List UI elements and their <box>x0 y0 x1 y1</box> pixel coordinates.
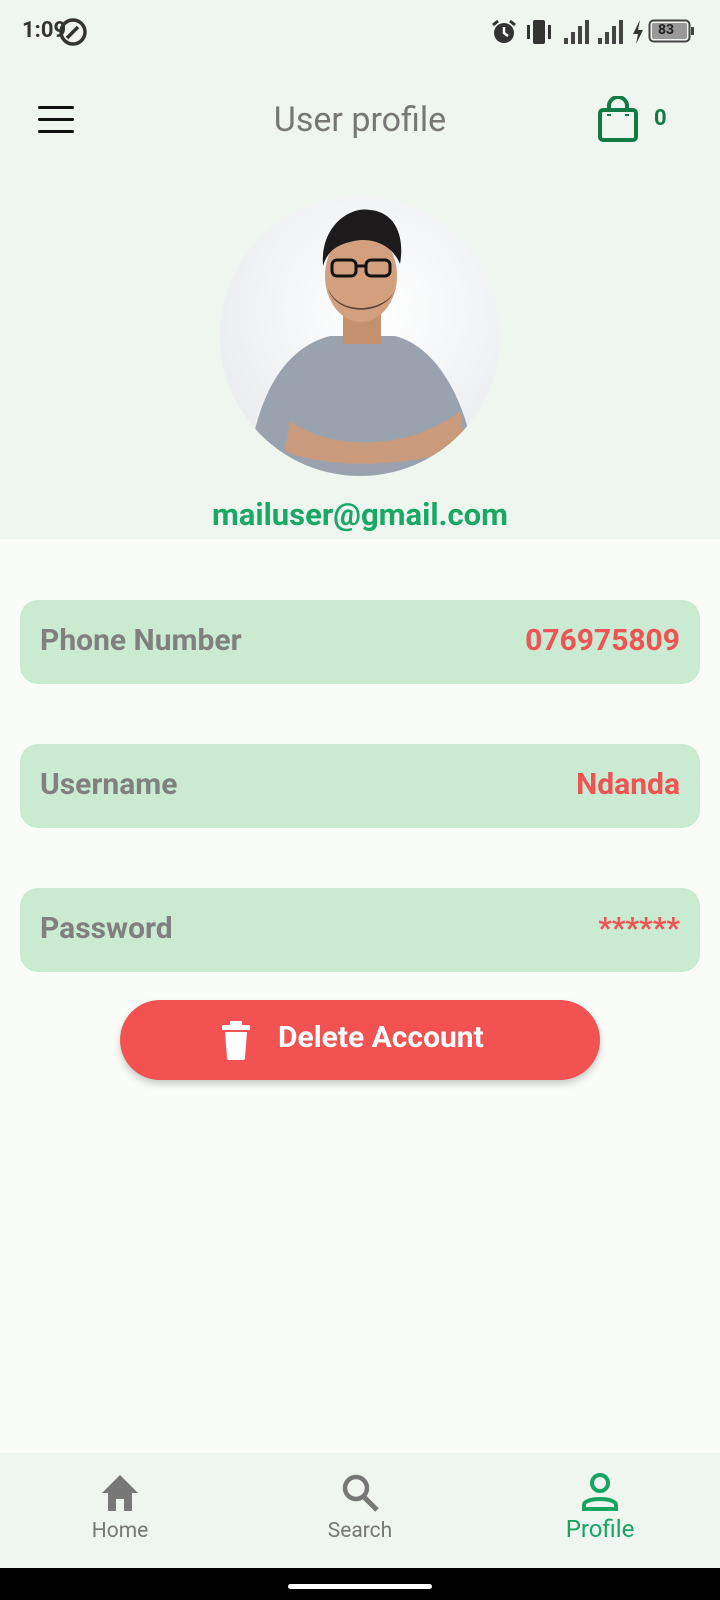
search-icon <box>342 1474 379 1512</box>
profile-photo <box>246 209 475 476</box>
profile-email: mailuser@gmail.com <box>211 496 509 533</box>
vibrate-icon <box>527 20 551 44</box>
field-label: Password <box>40 911 173 946</box>
delete-account-button[interactable]: Delete Account <box>120 1000 600 1080</box>
nav-label: Home <box>91 1519 149 1543</box>
alarm-icon <box>492 19 516 43</box>
username-field[interactable]: Username Ndanda <box>20 744 700 828</box>
nav-profile[interactable]: Profile <box>480 1453 720 1568</box>
password-field[interactable]: Password ****** <box>20 888 700 972</box>
data-saver-icon <box>59 18 87 46</box>
field-value: ****** <box>598 911 680 946</box>
delete-account-label: Delete Account <box>278 1020 484 1055</box>
shopping-bag-icon[interactable] <box>596 96 640 144</box>
bottom-navigation: Home Search Profile <box>0 1453 720 1568</box>
nav-label: Profile <box>565 1515 635 1543</box>
field-label: Username <box>40 767 178 802</box>
status-bar: 1:09 83 <box>0 0 720 64</box>
battery-level: 83 <box>658 22 675 38</box>
signal-icon <box>564 20 589 44</box>
trash-icon <box>222 1021 250 1060</box>
field-value: 076975809 <box>525 623 680 658</box>
nav-label: Search <box>327 1519 393 1543</box>
home-gesture-pill[interactable] <box>288 1584 432 1589</box>
signal-icon-2 <box>598 20 623 44</box>
field-label: Phone Number <box>40 623 242 658</box>
nav-home[interactable]: Home <box>0 1453 240 1568</box>
avatar[interactable] <box>220 196 500 476</box>
field-value: Ndanda <box>576 767 680 802</box>
nav-search[interactable]: Search <box>240 1453 480 1568</box>
charging-icon <box>633 20 643 44</box>
gesture-navigation-bar <box>0 1568 720 1600</box>
app-bar: User profile 0 <box>0 80 720 160</box>
person-icon <box>582 1473 618 1511</box>
phone-number-field[interactable]: Phone Number 076975809 <box>20 600 700 684</box>
home-icon <box>102 1475 138 1511</box>
cart-count[interactable]: 0 <box>654 106 667 131</box>
